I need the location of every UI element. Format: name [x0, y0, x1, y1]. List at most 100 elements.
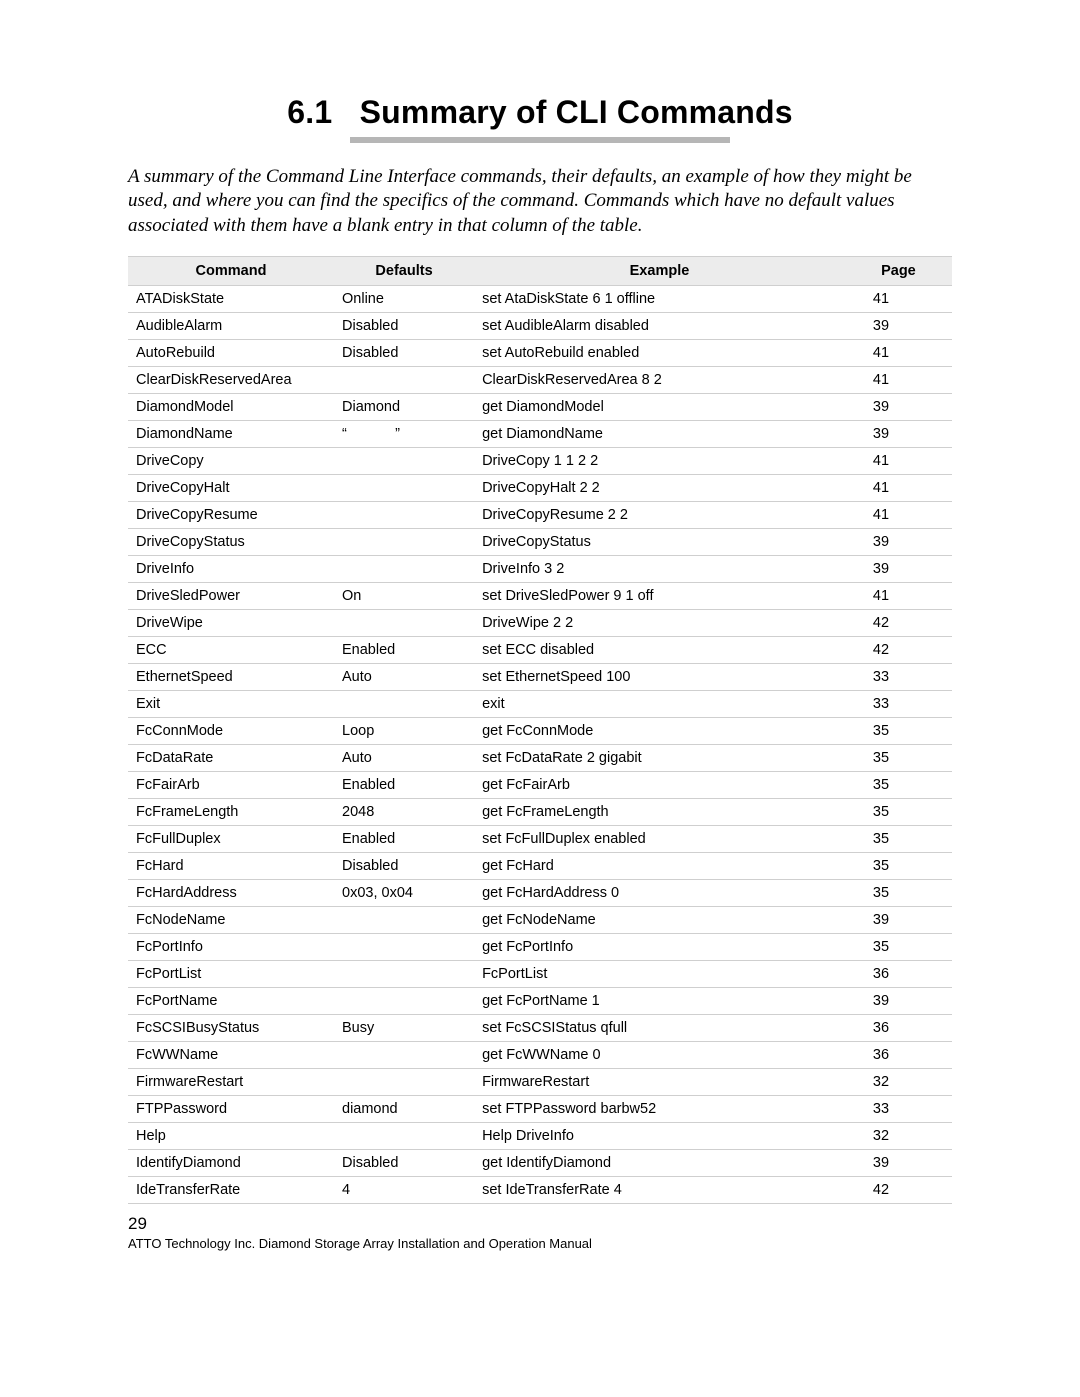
cell-page: 35: [845, 852, 952, 879]
table-row: IdentifyDiamondDisabledget IdentifyDiamo…: [128, 1149, 952, 1176]
table-header: Command Defaults Example Page: [128, 256, 952, 285]
section-title-text: Summary of CLI Commands: [360, 94, 793, 130]
cell-command: FcPortList: [128, 960, 334, 987]
cell-page: 35: [845, 798, 952, 825]
intro-paragraph: A summary of the Command Line Interface …: [128, 165, 952, 238]
cell-example: FirmwareRestart: [474, 1068, 845, 1095]
table-row: FcDataRateAutoset FcDataRate 2 gigabit35: [128, 744, 952, 771]
table-header-row: Command Defaults Example Page: [128, 256, 952, 285]
cell-defaults: diamond: [334, 1095, 474, 1122]
cell-example: get FcPortInfo: [474, 933, 845, 960]
table-row: ECCEnabledset ECC disabled42: [128, 636, 952, 663]
cell-page: 36: [845, 960, 952, 987]
table-row: DiamondModelDiamondget DiamondModel39: [128, 393, 952, 420]
footer-line: ATTO Technology Inc. Diamond Storage Arr…: [128, 1236, 952, 1251]
cell-command: AutoRebuild: [128, 339, 334, 366]
cell-example: set AudibleAlarm disabled: [474, 312, 845, 339]
table-row: DriveCopyResumeDriveCopyResume 2 241: [128, 501, 952, 528]
cell-page: 39: [845, 393, 952, 420]
table-row: DriveInfoDriveInfo 3 239: [128, 555, 952, 582]
cell-page: 41: [845, 582, 952, 609]
cell-command: DiamondName: [128, 420, 334, 447]
cell-page: 39: [845, 1149, 952, 1176]
page-number: 29: [128, 1214, 952, 1234]
cell-command: FirmwareRestart: [128, 1068, 334, 1095]
cell-defaults: [334, 474, 474, 501]
cell-defaults: [334, 501, 474, 528]
cell-defaults: Auto: [334, 744, 474, 771]
cell-example: get FcFairArb: [474, 771, 845, 798]
table-row: FcHardDisabledget FcHard35: [128, 852, 952, 879]
cell-defaults: Online: [334, 285, 474, 312]
cell-defaults: Disabled: [334, 852, 474, 879]
cell-example: get FcHard: [474, 852, 845, 879]
cell-command: EthernetSpeed: [128, 663, 334, 690]
cell-command: Exit: [128, 690, 334, 717]
cell-example: set DriveSledPower 9 1 off: [474, 582, 845, 609]
cell-example: get FcHardAddress 0: [474, 879, 845, 906]
cell-command: AudibleAlarm: [128, 312, 334, 339]
cell-example: set ECC disabled: [474, 636, 845, 663]
cell-page: 35: [845, 771, 952, 798]
cell-example: DriveCopy 1 1 2 2: [474, 447, 845, 474]
cell-page: 42: [845, 609, 952, 636]
table-row: AutoRebuildDisabledset AutoRebuild enabl…: [128, 339, 952, 366]
table-row: DriveSledPowerOnset DriveSledPower 9 1 o…: [128, 582, 952, 609]
cell-command: FcSCSIBusyStatus: [128, 1014, 334, 1041]
cell-example: DriveInfo 3 2: [474, 555, 845, 582]
cell-page: 39: [845, 420, 952, 447]
table-body: ATADiskStateOnlineset AtaDiskState 6 1 o…: [128, 285, 952, 1203]
cell-page: 42: [845, 1176, 952, 1203]
table-row: FTPPassworddiamondset FTPPassword barbw5…: [128, 1095, 952, 1122]
section-title: 6.1 Summary of CLI Commands: [287, 94, 793, 131]
cell-defaults: “ ”: [334, 420, 474, 447]
cell-defaults: Loop: [334, 717, 474, 744]
cell-example: set FcSCSIStatus qfull: [474, 1014, 845, 1041]
table-row: FcNodeNameget FcNodeName39: [128, 906, 952, 933]
cell-command: ECC: [128, 636, 334, 663]
cell-example: get FcNodeName: [474, 906, 845, 933]
table-row: FcConnModeLoopget FcConnMode35: [128, 717, 952, 744]
cell-example: get DiamondModel: [474, 393, 845, 420]
cell-defaults: [334, 690, 474, 717]
cell-defaults: [334, 447, 474, 474]
cell-command: FcHard: [128, 852, 334, 879]
cell-example: set AutoRebuild enabled: [474, 339, 845, 366]
cell-defaults: [334, 906, 474, 933]
cell-page: 33: [845, 663, 952, 690]
cell-command: FcConnMode: [128, 717, 334, 744]
cell-page: 32: [845, 1068, 952, 1095]
cell-defaults: [334, 960, 474, 987]
cell-page: 39: [845, 555, 952, 582]
cell-page: 42: [845, 636, 952, 663]
cell-page: 35: [845, 717, 952, 744]
cell-command: FcFrameLength: [128, 798, 334, 825]
cell-page: 41: [845, 447, 952, 474]
cell-page: 36: [845, 1041, 952, 1068]
col-page: Page: [845, 256, 952, 285]
table-row: Exitexit33: [128, 690, 952, 717]
cell-page: 35: [845, 825, 952, 852]
cell-example: FcPortList: [474, 960, 845, 987]
col-defaults: Defaults: [334, 256, 474, 285]
cell-defaults: Auto: [334, 663, 474, 690]
cell-command: FTPPassword: [128, 1095, 334, 1122]
cell-page: 33: [845, 690, 952, 717]
cell-page: 41: [845, 501, 952, 528]
table-row: IdeTransferRate4set IdeTransferRate 442: [128, 1176, 952, 1203]
page: 6.1 Summary of CLI Commands A summary of…: [0, 0, 1080, 1397]
section-number: 6.1: [287, 94, 332, 130]
cell-command: FcFullDuplex: [128, 825, 334, 852]
table-row: FcPortListFcPortList36: [128, 960, 952, 987]
table-row: FcPortNameget FcPortName 139: [128, 987, 952, 1014]
cell-command: FcPortName: [128, 987, 334, 1014]
cell-command: DriveWipe: [128, 609, 334, 636]
cell-defaults: Enabled: [334, 825, 474, 852]
cell-example: set EthernetSpeed 100: [474, 663, 845, 690]
cell-defaults: 4: [334, 1176, 474, 1203]
cell-defaults: [334, 528, 474, 555]
cell-page: 39: [845, 312, 952, 339]
table-row: FcFairArbEnabledget FcFairArb35: [128, 771, 952, 798]
cell-example: set FcFullDuplex enabled: [474, 825, 845, 852]
title-wrap: 6.1 Summary of CLI Commands: [128, 94, 952, 143]
